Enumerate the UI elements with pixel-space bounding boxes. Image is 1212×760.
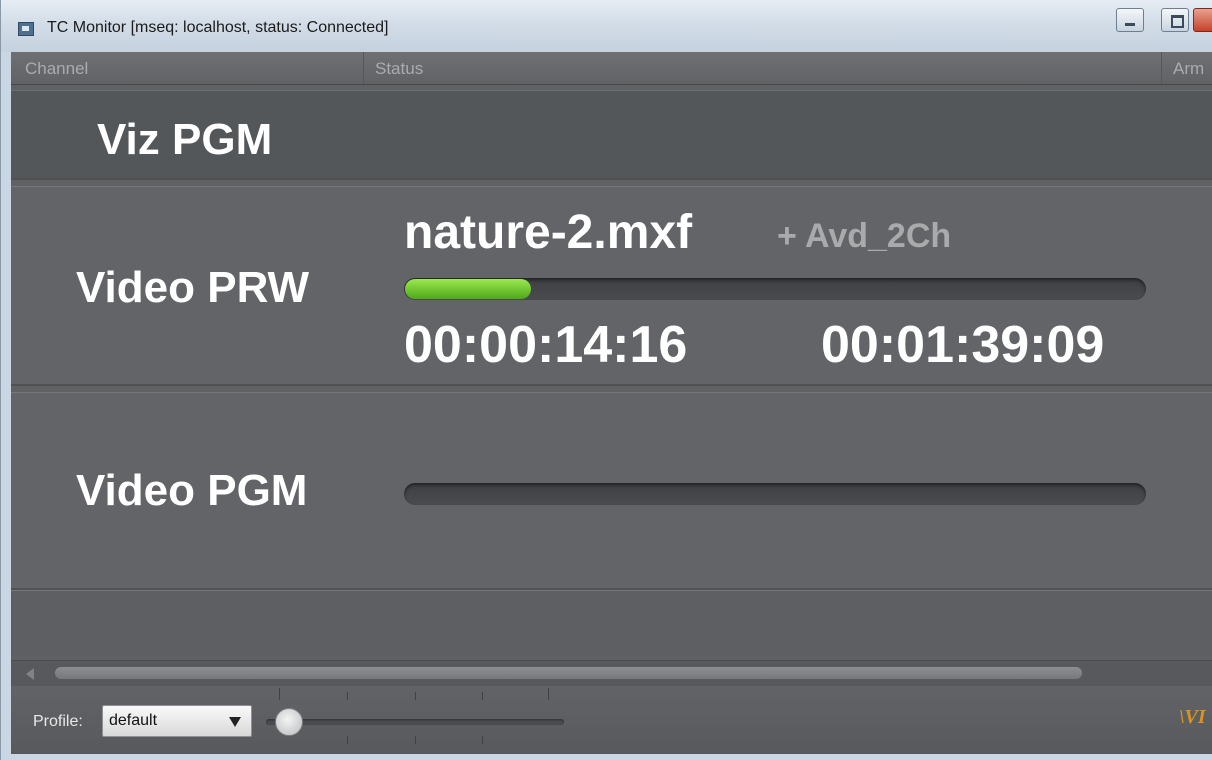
channel-table: Channel Status Arm Viz PGM Video PRW nat… bbox=[11, 52, 1212, 754]
slider-tick bbox=[279, 688, 280, 700]
zoom-slider-handle[interactable] bbox=[275, 708, 303, 736]
slider-tick bbox=[482, 692, 483, 700]
app-icon bbox=[18, 22, 34, 36]
column-header-channel[interactable]: Channel bbox=[25, 59, 88, 79]
column-separator bbox=[1161, 52, 1162, 84]
duration-timecode: 00:01:39:09 bbox=[821, 316, 1105, 374]
title-bar[interactable]: TC Monitor [mseq: localhost, status: Con… bbox=[1, 0, 1212, 52]
channel-name: Video PRW bbox=[76, 263, 310, 312]
slider-tick bbox=[415, 692, 416, 700]
table-row[interactable]: Video PGM bbox=[11, 392, 1212, 590]
slider-tick bbox=[347, 736, 348, 744]
clip-extra-info: + Avd_2Ch bbox=[777, 217, 952, 255]
maximize-button[interactable] bbox=[1161, 8, 1189, 32]
zoom-slider-track[interactable] bbox=[266, 719, 564, 725]
table-header: Channel Status Arm bbox=[11, 52, 1212, 85]
elapsed-timecode: 00:00:14:16 bbox=[404, 316, 688, 374]
channel-name: Viz PGM bbox=[97, 115, 273, 164]
scrollbar-thumb[interactable] bbox=[55, 667, 1082, 679]
close-button[interactable] bbox=[1193, 8, 1212, 32]
brand-logo: \VI bbox=[1179, 706, 1206, 728]
slider-tick bbox=[548, 688, 549, 700]
maximize-icon bbox=[1171, 15, 1184, 28]
slider-tick bbox=[347, 692, 348, 700]
progress-bar bbox=[404, 278, 1146, 300]
column-header-status[interactable]: Status bbox=[375, 59, 423, 79]
slider-tick bbox=[482, 736, 483, 744]
tc-monitor-window: TC Monitor [mseq: localhost, status: Con… bbox=[0, 0, 1212, 760]
minimize-button[interactable] bbox=[1116, 8, 1144, 32]
window-title: TC Monitor [mseq: localhost, status: Con… bbox=[47, 19, 389, 36]
table-row[interactable]: Viz PGM bbox=[11, 90, 1212, 180]
progress-bar bbox=[404, 483, 1146, 505]
bottom-toolbar: Profile: default \VI bbox=[11, 686, 1212, 754]
minimize-icon bbox=[1125, 23, 1135, 26]
horizontal-scrollbar[interactable] bbox=[11, 660, 1212, 687]
scroll-left-icon[interactable] bbox=[26, 668, 34, 680]
profile-label: Profile: bbox=[33, 713, 83, 730]
table-row[interactable]: Video PRW nature-2.mxf + Avd_2Ch 00:00:1… bbox=[11, 186, 1212, 386]
profile-select-value: default bbox=[109, 712, 158, 729]
channel-name: Video PGM bbox=[76, 466, 308, 515]
column-separator bbox=[363, 52, 364, 84]
window-bottom-edge bbox=[1, 754, 1212, 760]
column-header-arm[interactable]: Arm bbox=[1173, 59, 1204, 79]
slider-tick bbox=[415, 736, 416, 744]
clip-filename: nature-2.mxf bbox=[404, 206, 693, 259]
progress-fill bbox=[405, 279, 531, 299]
profile-select[interactable]: default bbox=[102, 705, 252, 737]
chevron-down-icon bbox=[229, 717, 241, 727]
table-row-empty bbox=[11, 590, 1212, 656]
